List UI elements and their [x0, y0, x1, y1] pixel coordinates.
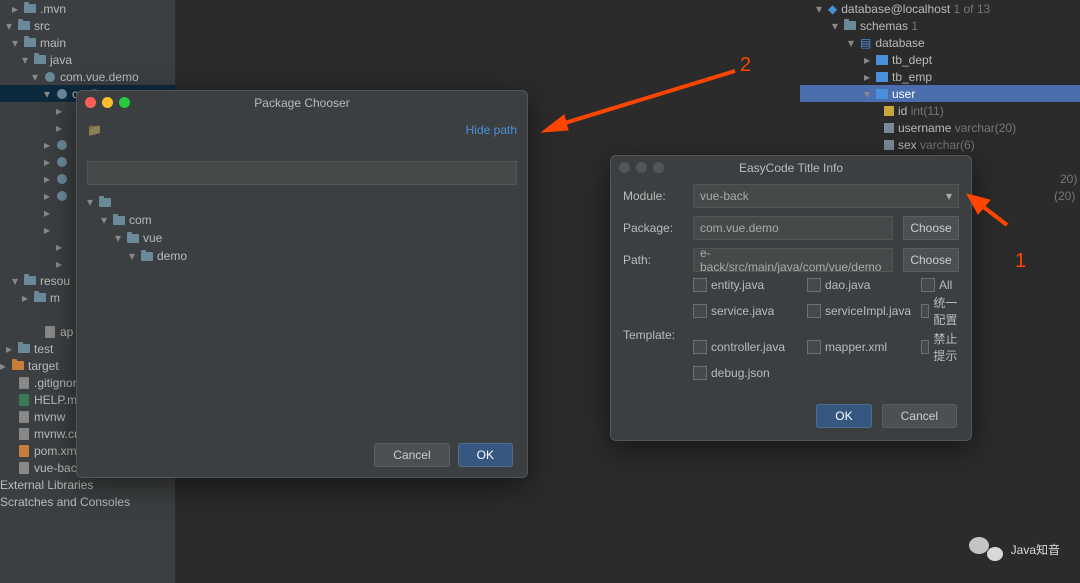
dialog-title: Package Chooser	[77, 91, 527, 115]
annotation-1: 1	[1015, 250, 1026, 273]
dialog-title: EasyCode Title Info	[611, 156, 971, 180]
table-item[interactable]: ▸tb_emp	[800, 68, 1080, 85]
key-icon	[884, 106, 894, 116]
wechat-icon	[969, 535, 1003, 563]
package-tree-item[interactable]: ▾com	[87, 211, 517, 229]
folder-icon: 📁	[87, 123, 102, 137]
tree-item[interactable]: ▾main	[0, 34, 175, 51]
chevron-down-icon: ▾	[946, 189, 952, 203]
column-item[interactable]: sex varchar(6)	[800, 136, 1080, 153]
template-checkbox[interactable]: controller.java	[693, 330, 803, 364]
package-label: Package:	[623, 221, 683, 235]
table-icon	[876, 89, 888, 99]
module-select[interactable]: vue-back▾	[693, 184, 959, 208]
path-input[interactable]: e-back/src/main/java/com/vue/demo	[693, 248, 893, 272]
template-checkbox[interactable]: dao.java	[807, 278, 917, 292]
schema-icon: ▤	[860, 36, 871, 50]
package-input[interactable]: com.vue.demo	[693, 216, 893, 240]
package-tree-item[interactable]: ▾vue	[87, 229, 517, 247]
template-checkbox[interactable]: mapper.xml	[807, 330, 917, 364]
annotation-2: 2	[740, 54, 751, 77]
folder-icon	[844, 21, 856, 30]
close-icon[interactable]	[85, 97, 96, 108]
column-item[interactable]: username varchar(20)	[800, 119, 1080, 136]
tree-item[interactable]: ▾src	[0, 17, 175, 34]
template-label: Template:	[623, 328, 683, 342]
template-checkbox[interactable]: 禁止提示	[921, 330, 959, 364]
arrow-1	[962, 190, 1012, 230]
traffic-lights[interactable]	[85, 97, 130, 108]
template-checkbox[interactable]: service.java	[693, 294, 803, 328]
template-checkbox[interactable]: debug.json	[693, 366, 803, 380]
package-tree-item[interactable]: ▾demo	[87, 247, 517, 265]
column-item[interactable]: id int(11)	[800, 102, 1080, 119]
table-icon	[876, 55, 888, 65]
scratches-consoles[interactable]: Scratches and Consoles	[0, 493, 175, 510]
package-chooser-dialog: Package Chooser 📁 Hide path ▾▾com▾vue▾de…	[76, 90, 528, 478]
maximize-icon[interactable]	[119, 97, 130, 108]
arrow-2	[540, 68, 740, 138]
watermark: Java知音	[969, 535, 1060, 563]
table-icon	[876, 72, 888, 82]
column-icon	[884, 140, 894, 150]
package-tree-item[interactable]: ▾	[87, 193, 517, 211]
tree-item[interactable]: ▾java	[0, 51, 175, 68]
table-item[interactable]: ▸tb_dept	[800, 51, 1080, 68]
template-checkbox[interactable]: serviceImpl.java	[807, 294, 917, 328]
minimize-icon[interactable]	[102, 97, 113, 108]
template-checkbox[interactable]: entity.java	[693, 278, 803, 292]
db-icon: ◆	[828, 2, 837, 16]
tree-item[interactable]: ▾com.vue.demo	[0, 68, 175, 85]
cancel-button[interactable]: Cancel	[374, 443, 449, 467]
ok-button[interactable]: OK	[816, 404, 871, 428]
path-label: Path:	[623, 253, 683, 267]
path-input[interactable]	[87, 161, 517, 185]
hide-path-link[interactable]: Hide path	[466, 123, 517, 137]
ok-button[interactable]: OK	[458, 443, 513, 467]
tree-item[interactable]: ▸.mvn	[0, 0, 175, 17]
module-label: Module:	[623, 189, 683, 203]
cancel-button[interactable]: Cancel	[882, 404, 957, 428]
easycode-dialog: EasyCode Title Info Module: vue-back▾ Pa…	[610, 155, 972, 441]
choose-path-button[interactable]: Choose	[903, 248, 959, 272]
column-icon	[884, 123, 894, 133]
table-item-selected[interactable]: ▾user	[800, 85, 1080, 102]
template-checkbox[interactable]: All	[921, 278, 959, 292]
choose-package-button[interactable]: Choose	[903, 216, 959, 240]
external-libraries[interactable]: External Libraries	[0, 476, 175, 493]
template-checkbox[interactable]: 统一配置	[921, 294, 959, 328]
